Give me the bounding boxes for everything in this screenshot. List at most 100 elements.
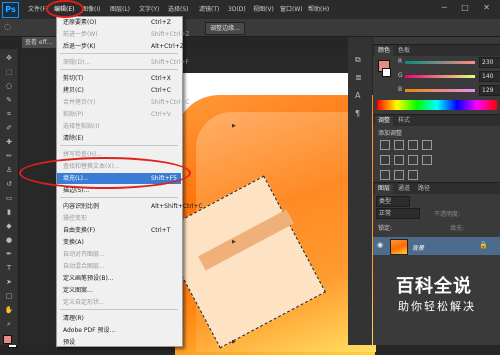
properties-icon[interactable]: ≣	[355, 73, 362, 82]
type-tool-icon[interactable]: T	[4, 263, 14, 273]
curves-icon[interactable]	[408, 140, 418, 150]
move-tool-icon[interactable]: ✥	[4, 53, 14, 63]
menu-filter[interactable]: 滤镜(T)	[197, 4, 221, 15]
blur-tool-icon[interactable]: ◆	[4, 221, 14, 231]
quick-select-icon[interactable]: ✎	[4, 95, 14, 105]
menu-item-label: 粘贴(P)	[63, 111, 84, 118]
character-icon[interactable]: A	[355, 91, 360, 100]
brightness-icon[interactable]	[380, 140, 390, 150]
edit-menu-item[interactable]: 定义图案...	[57, 285, 181, 296]
threshold-icon[interactable]	[408, 170, 418, 180]
shape-tool-icon[interactable]: ▢	[4, 291, 14, 301]
photoshop-logo: Ps	[2, 2, 19, 18]
edit-menu-item[interactable]: 后退一步(K) Alt+Ctrl+Z	[57, 41, 184, 52]
edit-menu-item[interactable]: 清理(R)	[57, 313, 181, 324]
b-value[interactable]: 129	[479, 85, 500, 96]
tab-swatches[interactable]: 色板	[395, 46, 413, 56]
gradient-tool-icon[interactable]: ▮	[4, 207, 14, 217]
black-white-icon[interactable]	[422, 155, 432, 165]
tab-color[interactable]: 颜色	[375, 46, 394, 56]
tab-channels[interactable]: 通道	[395, 184, 413, 194]
refine-edge-button[interactable]: 调整边缘...	[205, 22, 245, 35]
menu-item-shortcut: Shift+Ctrl+F	[151, 59, 189, 66]
lasso-tool-icon[interactable]: ◌	[4, 81, 14, 91]
menu-item-label: 剪切(T)	[63, 75, 84, 82]
paragraph-icon[interactable]: ¶	[355, 109, 360, 118]
g-slider[interactable]	[405, 75, 475, 78]
menu-3d[interactable]: 3D(D)	[226, 4, 248, 15]
color-panel-tabs: 颜色 色板	[373, 44, 500, 56]
background-swatch[interactable]	[382, 68, 391, 77]
crop-tool-icon[interactable]: ⌗	[4, 109, 14, 119]
menu-help[interactable]: 帮助(H)	[306, 4, 331, 15]
eyedropper-icon[interactable]: ✐	[4, 123, 14, 133]
edit-menu-item: 自动混合图层...	[57, 261, 181, 272]
exposure-icon[interactable]	[422, 140, 432, 150]
r-value[interactable]: 230	[479, 57, 500, 68]
menu-separator	[60, 309, 178, 310]
eye-icon[interactable]: ◉	[377, 241, 383, 249]
dodge-tool-icon[interactable]: ●	[4, 235, 14, 245]
edit-menu-item[interactable]: 剪切(T) Ctrl+X	[57, 73, 181, 84]
stamp-tool-icon[interactable]: ♙	[4, 165, 14, 175]
menu-layer[interactable]: 图层(L)	[108, 4, 132, 15]
edit-menu-item: 操控变形	[57, 213, 181, 224]
menu-item-shortcut: Alt+Shift+Ctrl+C	[151, 203, 203, 210]
layer-name[interactable]: 背景	[412, 243, 424, 252]
history-icon[interactable]: ⧉	[355, 55, 361, 65]
edit-menu-item[interactable]: Adobe PDF 预设...	[57, 325, 181, 336]
menu-item-shortcut: Shift+Ctrl+Z	[151, 31, 190, 38]
menu-window[interactable]: 窗口(W)	[278, 4, 305, 15]
levels-icon[interactable]	[394, 140, 404, 150]
highlight-oval-fill-item	[19, 157, 191, 189]
posterize-icon[interactable]	[394, 170, 404, 180]
r-slider[interactable]	[405, 61, 475, 64]
menu-item-shortcut: Ctrl+T	[151, 227, 171, 234]
layer-kind-filter[interactable]: 类型	[376, 196, 410, 207]
blend-mode-select[interactable]: 正常	[376, 208, 420, 219]
edit-menu-item[interactable]: 内容识别比例 Alt+Shift+Ctrl+C	[57, 201, 203, 212]
history-brush-icon[interactable]: ↺	[4, 179, 14, 189]
marquee-tool-icon[interactable]: ⬚	[4, 67, 14, 77]
edit-menu-item: 定义自定形状...	[57, 297, 181, 308]
fill-label: 填充:	[450, 225, 465, 232]
submenu-arrow-icon: ▶	[232, 123, 236, 129]
tab-adjustments[interactable]: 调整	[375, 116, 394, 126]
healing-brush-icon[interactable]: ✚	[4, 137, 14, 147]
eraser-icon[interactable]: ▭	[4, 193, 14, 203]
edit-menu-item: 前进一步(W) Shift+Ctrl+Z	[57, 29, 189, 40]
lasso-icon[interactable]: ◌	[4, 22, 11, 31]
edit-menu-item[interactable]: 自由变换(F) Ctrl+T	[57, 225, 181, 236]
tab-paths[interactable]: 路径	[415, 184, 433, 194]
color-balance-icon[interactable]	[408, 155, 418, 165]
color-spectrum[interactable]	[377, 100, 497, 110]
hand-tool-icon[interactable]: ✋	[4, 305, 14, 315]
menu-item-label: 内容识别比例	[63, 203, 100, 210]
menu-select[interactable]: 选择(S)	[166, 4, 191, 15]
vibrance-icon[interactable]	[380, 155, 390, 165]
menu-view[interactable]: 视图(V)	[251, 4, 276, 15]
zoom-tool-icon[interactable]: ⌕	[4, 319, 14, 329]
window-controls[interactable]: ─ □ ✕	[442, 3, 496, 12]
brush-tool-icon[interactable]: ✏	[4, 151, 14, 161]
lock-icon: 🔒	[479, 241, 488, 249]
hue-saturation-icon[interactable]	[394, 155, 404, 165]
edit-menu-item[interactable]: 还原要素(O) Ctrl+Z	[57, 17, 181, 28]
edit-menu-item[interactable]: 定义画笔预设(B)...	[57, 273, 181, 284]
g-value[interactable]: 140	[479, 71, 500, 82]
tab-layers[interactable]: 图层	[375, 184, 394, 194]
b-slider[interactable]	[405, 89, 475, 92]
tab-styles[interactable]: 样式	[395, 116, 413, 126]
edit-menu-item[interactable]: 预设 ▶	[57, 337, 236, 348]
edit-menu-item[interactable]: 清除(E)	[57, 133, 181, 144]
path-select-icon[interactable]: ➤	[4, 277, 14, 287]
edit-menu-item[interactable]: 变换(A) ▶	[57, 237, 236, 248]
foreground-color-swatch[interactable]	[3, 335, 12, 344]
highlight-oval-edit-menu	[46, 0, 84, 18]
menu-item-label: 自由变换(F)	[63, 227, 96, 234]
invert-icon[interactable]	[380, 170, 390, 180]
pen-tool-icon[interactable]: ✒	[4, 249, 14, 259]
opacity-label: 不透明度:	[434, 211, 461, 218]
menu-type[interactable]: 文字(Y)	[137, 4, 161, 15]
edit-menu-item[interactable]: 拷贝(C) Ctrl+C	[57, 85, 181, 96]
